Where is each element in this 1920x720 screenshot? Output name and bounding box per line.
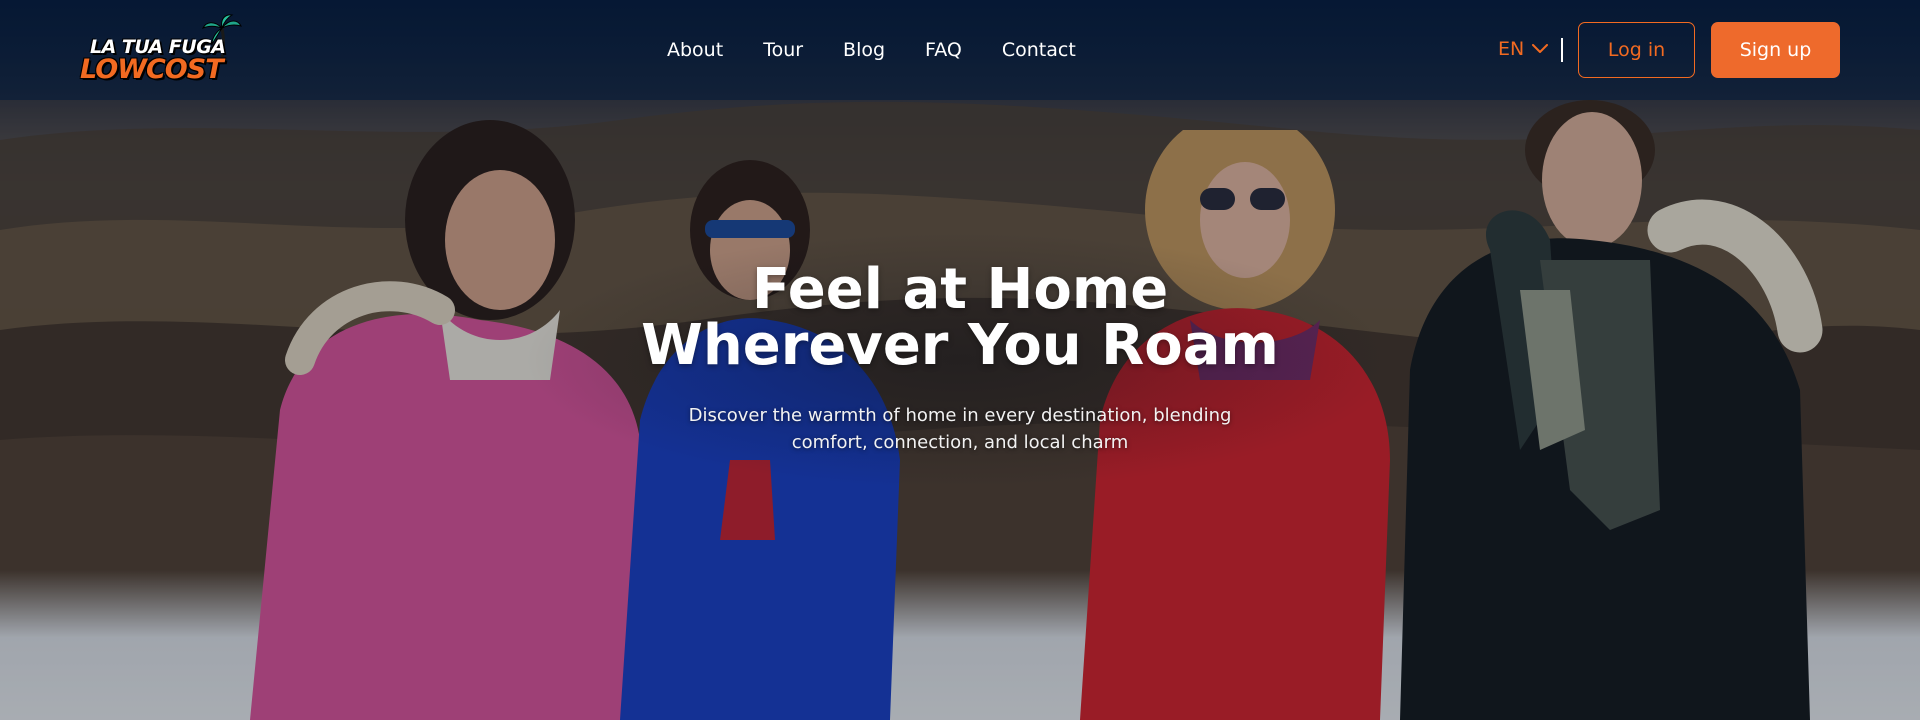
- signup-button[interactable]: Sign up: [1711, 22, 1840, 78]
- language-selector[interactable]: EN: [1498, 38, 1549, 60]
- brand-logo[interactable]: LA TUA FUGA LOWCOST: [78, 14, 248, 90]
- logo-text-bottom: LOWCOST: [80, 54, 224, 85]
- hero-title: Feel at Home Wherever You Roam: [560, 262, 1360, 374]
- header-divider: [1561, 38, 1563, 62]
- login-button[interactable]: Log in: [1578, 22, 1695, 78]
- nav-link-about[interactable]: About: [667, 38, 723, 62]
- hero-section: Feel at Home Wherever You Roam Discover …: [560, 262, 1360, 456]
- main-navigation: About Tour Blog FAQ Contact: [667, 38, 1076, 62]
- nav-link-tour[interactable]: Tour: [763, 38, 803, 62]
- hero-title-line-2: Wherever You Roam: [641, 313, 1279, 378]
- language-label: EN: [1498, 38, 1525, 60]
- nav-link-contact[interactable]: Contact: [1002, 38, 1076, 62]
- nav-link-faq[interactable]: FAQ: [925, 38, 962, 62]
- hero-title-line-1: Feel at Home: [751, 257, 1169, 322]
- hero-subtitle: Discover the warmth of home in every des…: [688, 405, 1232, 453]
- nav-link-blog[interactable]: Blog: [843, 38, 885, 62]
- site-header: LA TUA FUGA LOWCOST About Tour Blog FAQ …: [0, 0, 1920, 100]
- chevron-down-icon: [1532, 44, 1549, 53]
